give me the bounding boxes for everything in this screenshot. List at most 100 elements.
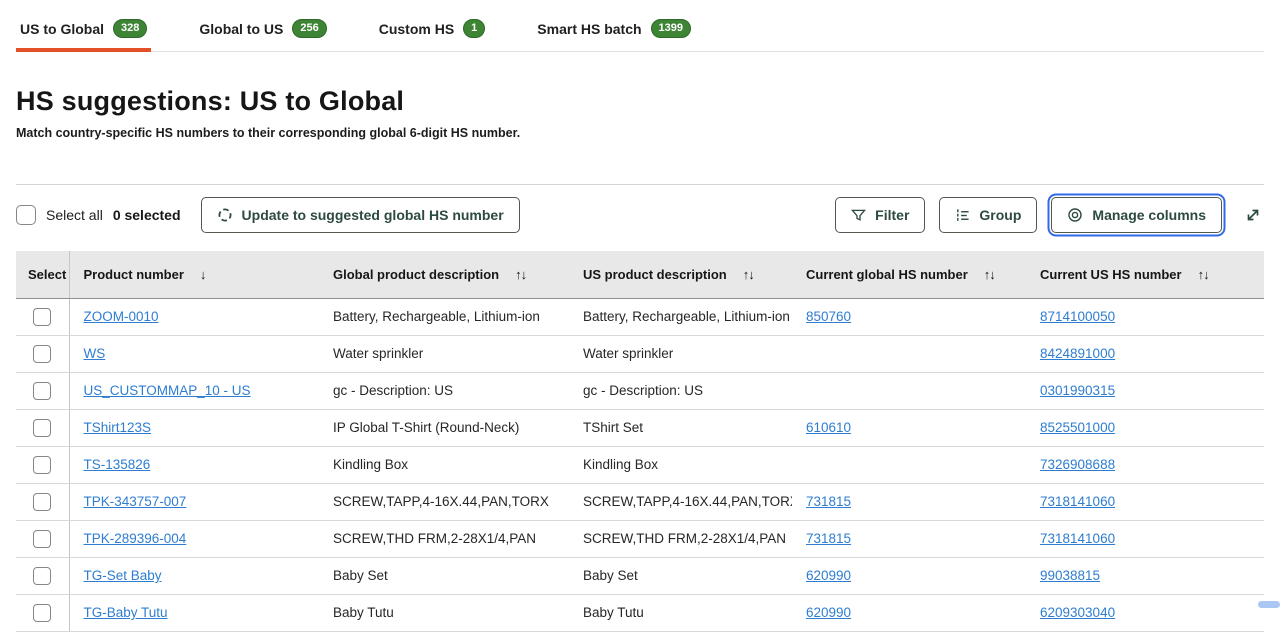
product-number-link[interactable]: TS-135826: [84, 457, 151, 472]
horizontal-scrollbar-thumb[interactable]: [1258, 601, 1280, 608]
product-number-link[interactable]: TShirt123S: [84, 420, 152, 435]
tab-smart-hs-batch[interactable]: Smart HS batch 1399: [533, 14, 695, 51]
group-button[interactable]: Group: [939, 197, 1037, 233]
select-all-label: Select all: [46, 207, 103, 223]
product-number-link[interactable]: TPK-289396-004: [84, 531, 187, 546]
us-description-cell: Battery, Rechargeable, Lithium-ion: [569, 298, 792, 335]
tab-us-to-global[interactable]: US to Global 328: [16, 14, 151, 51]
diagonal-expand-icon: [1244, 206, 1262, 224]
current-us-hs-link[interactable]: 8714100050: [1040, 309, 1115, 324]
product-number-cell: TS-135826: [69, 446, 319, 483]
expand-table-button[interactable]: [1242, 204, 1264, 226]
tab-custom-hs[interactable]: Custom HS 1: [375, 14, 490, 51]
renew-icon: [217, 207, 233, 223]
current-us-hs-cell: 8424891000: [1026, 335, 1264, 372]
row-checkbox[interactable]: [33, 604, 51, 622]
table-row: TG-Set Baby Baby Set Baby Set 620990 990…: [16, 557, 1264, 594]
product-number-link[interactable]: TG-Set Baby: [84, 568, 162, 583]
tab-label: US to Global: [20, 21, 104, 37]
us-description-cell: SCREW,TAPP,4-16X.44,PAN,TORX: [569, 483, 792, 520]
sort-arrows-icon: ↓: [200, 267, 206, 282]
tab-global-to-us[interactable]: Global to US 256: [195, 14, 330, 51]
global-description-cell: SCREW,THD FRM,2-28X1/4,PAN: [319, 520, 569, 557]
current-us-hs-link[interactable]: 99038815: [1040, 568, 1100, 583]
current-global-hs-link[interactable]: 620990: [806, 605, 851, 620]
row-select-cell: [16, 409, 69, 446]
tab-count-badge: 1: [463, 19, 485, 38]
filter-button[interactable]: Filter: [835, 197, 925, 233]
column-header-3[interactable]: US product description↑↓: [569, 251, 792, 298]
tab-label: Smart HS batch: [537, 21, 641, 37]
product-number-link[interactable]: WS: [84, 346, 106, 361]
us-description-cell: Baby Tutu: [569, 594, 792, 631]
row-checkbox[interactable]: [33, 567, 51, 585]
us-description-cell: SCREW,THD FRM,2-28X1/4,PAN: [569, 520, 792, 557]
tab-label: Global to US: [199, 21, 283, 37]
update-to-suggested-button[interactable]: Update to suggested global HS number: [201, 197, 520, 233]
table-row: TS-135826 Kindling Box Kindling Box 7326…: [16, 446, 1264, 483]
global-description-cell: Baby Tutu: [319, 594, 569, 631]
current-global-hs-cell: 731815: [792, 520, 1026, 557]
current-us-hs-cell: 6209303040: [1026, 594, 1264, 631]
select-all-checkbox[interactable]: [16, 205, 36, 225]
current-global-hs-cell: 610610: [792, 409, 1026, 446]
current-us-hs-link[interactable]: 7318141060: [1040, 494, 1115, 509]
current-us-hs-link[interactable]: 7318141060: [1040, 531, 1115, 546]
global-description-cell: Battery, Rechargeable, Lithium-ion: [319, 298, 569, 335]
us-description-cell: Baby Set: [569, 557, 792, 594]
row-select-cell: [16, 520, 69, 557]
current-global-hs-cell: 620990: [792, 594, 1026, 631]
global-description-cell: IP Global T-Shirt (Round-Neck): [319, 409, 569, 446]
current-global-hs-cell: 731815: [792, 483, 1026, 520]
funnel-icon: [851, 208, 866, 223]
current-global-hs-link[interactable]: 850760: [806, 309, 851, 324]
group-button-label: Group: [979, 207, 1021, 223]
row-select-cell: [16, 557, 69, 594]
product-number-link[interactable]: TPK-343757-007: [84, 494, 187, 509]
current-us-hs-link[interactable]: 6209303040: [1040, 605, 1115, 620]
current-us-hs-link[interactable]: 0301990315: [1040, 383, 1115, 398]
row-checkbox[interactable]: [33, 493, 51, 511]
us-description-cell: TShirt Set: [569, 409, 792, 446]
manage-columns-button[interactable]: Manage columns: [1051, 197, 1222, 233]
column-header-label: Product number: [84, 267, 184, 282]
row-checkbox[interactable]: [33, 382, 51, 400]
current-us-hs-link[interactable]: 8424891000: [1040, 346, 1115, 361]
us-description-cell: Water sprinkler: [569, 335, 792, 372]
current-us-hs-cell: 7318141060: [1026, 483, 1264, 520]
current-us-hs-link[interactable]: 7326908688: [1040, 457, 1115, 472]
current-global-hs-link[interactable]: 731815: [806, 494, 851, 509]
global-description-cell: Kindling Box: [319, 446, 569, 483]
current-global-hs-link[interactable]: 620990: [806, 568, 851, 583]
row-checkbox[interactable]: [33, 308, 51, 326]
toolbar-left: Select all 0 selected Update to suggeste…: [16, 197, 520, 233]
current-global-hs-link[interactable]: 731815: [806, 531, 851, 546]
tab-count-badge: 328: [113, 19, 147, 38]
product-number-link[interactable]: ZOOM-0010: [84, 309, 159, 324]
current-us-hs-cell: 7326908688: [1026, 446, 1264, 483]
product-number-link[interactable]: US_CUSTOMMAP_10 - US: [84, 383, 251, 398]
current-us-hs-cell: 7318141060: [1026, 520, 1264, 557]
column-header-5[interactable]: Current US HS number↑↓: [1026, 251, 1264, 298]
row-select-cell: [16, 594, 69, 631]
current-global-hs-link[interactable]: 610610: [806, 420, 851, 435]
column-header-label: Current global HS number: [806, 267, 968, 282]
hs-suggestions-table: Select Product number↓ Global product de…: [16, 251, 1264, 632]
column-header-1[interactable]: Product number ↓: [69, 251, 319, 298]
current-global-hs-cell: [792, 372, 1026, 409]
table-row: TShirt123S IP Global T-Shirt (Round-Neck…: [16, 409, 1264, 446]
row-checkbox[interactable]: [33, 456, 51, 474]
current-us-hs-link[interactable]: 8525501000: [1040, 420, 1115, 435]
hs-suggestions-page: US to Global 328 Global to US 256 Custom…: [0, 0, 1280, 632]
column-header-2[interactable]: Global product description↑↓: [319, 251, 569, 298]
current-global-hs-cell: [792, 335, 1026, 372]
column-header-label: Global product description: [333, 267, 499, 282]
row-checkbox[interactable]: [33, 419, 51, 437]
column-header-4[interactable]: Current global HS number↑↓: [792, 251, 1026, 298]
table-row: TPK-343757-007 SCREW,TAPP,4-16X.44,PAN,T…: [16, 483, 1264, 520]
product-number-link[interactable]: TG-Baby Tutu: [84, 605, 168, 620]
concentric-circles-icon: [1067, 207, 1083, 223]
row-checkbox[interactable]: [33, 530, 51, 548]
row-checkbox[interactable]: [33, 345, 51, 363]
tab-count-badge: 256: [292, 19, 326, 38]
